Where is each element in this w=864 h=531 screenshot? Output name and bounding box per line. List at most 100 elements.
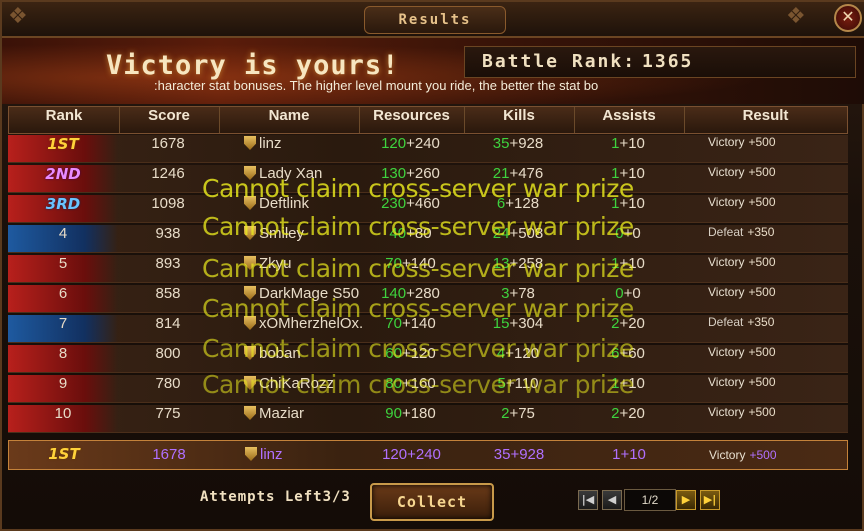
result-value: +350 — [747, 225, 775, 239]
rank-cell: 4 — [8, 225, 118, 253]
rank-label: 9 — [58, 375, 68, 392]
result-cell: Victory +500 — [708, 345, 864, 373]
shield-icon — [244, 406, 256, 420]
resources-bonus: +240 — [406, 135, 440, 152]
score-cell: 1678 — [151, 135, 185, 152]
first-page-icon[interactable]: |◀ — [578, 490, 598, 510]
title-bar: ❖ Results ❖ ✕ — [2, 2, 864, 38]
result-label: Victory — [708, 375, 745, 389]
close-button[interactable]: ✕ — [834, 4, 862, 32]
resources-bonus: +180 — [401, 405, 436, 422]
error-toast: Cannot claim cross-server war prize — [202, 174, 634, 203]
window-title: Results — [364, 6, 506, 34]
self-kills: 35+928 — [464, 441, 574, 469]
rank-cell: 8 — [8, 345, 118, 373]
self-result-row: 1ST 1678 linz 120+240 35+928 1+10 Victor… — [8, 440, 848, 470]
assists-cell: 2+20 — [573, 405, 683, 433]
result-value: +500 — [748, 375, 776, 389]
error-toast: Cannot claim cross-server war prize — [202, 370, 634, 399]
rank-cell: 3RD — [8, 195, 118, 223]
header-rank: Rank — [9, 107, 120, 133]
result-cell: Victory +500 — [708, 165, 864, 193]
error-toast: Cannot claim cross-server war prize — [202, 254, 634, 283]
self-res-a: 120 — [382, 446, 408, 463]
rank-cell: 7 — [8, 315, 118, 343]
assists-bonus: +20 — [619, 405, 645, 422]
self-assists: 1+10 — [574, 441, 684, 469]
player-name: Maziar — [259, 405, 305, 422]
rank-label: 6 — [58, 285, 68, 302]
rank-label: 5 — [58, 255, 68, 272]
corner-ornament-left-icon: ❖ — [8, 4, 28, 29]
table-row: 1ST 1678 linz 120+240 35+928 1+10 Victory +500 — [8, 135, 848, 163]
assists-bonus: +10 — [619, 135, 645, 152]
score-cell: 775 — [155, 405, 181, 422]
self-assist-b: +10 — [620, 446, 646, 463]
next-page-icon[interactable]: ▶ — [676, 490, 696, 510]
resources-cell: 90+180 — [358, 405, 463, 433]
result-value: +500 — [748, 135, 776, 149]
self-rank: 1ST — [9, 441, 119, 469]
last-page-icon[interactable]: ▶| — [700, 490, 720, 510]
result-value: +500 — [748, 405, 776, 419]
result-cell: Victory +500 — [708, 285, 864, 313]
rank-label: 7 — [58, 315, 68, 332]
name-cell: Maziar — [218, 405, 358, 433]
name-cell: linz — [218, 135, 358, 163]
rank-label: 2ND — [45, 165, 81, 183]
rank-cell: 1ST — [8, 135, 118, 163]
result-label: Victory — [708, 165, 745, 179]
victory-banner: Victory is yours! Battle Rank: 1365 :hara… — [2, 38, 864, 104]
result-label: Defeat — [708, 315, 744, 329]
corner-ornament-right-icon: ❖ — [786, 4, 806, 29]
kills-cell: 35+928 — [463, 135, 573, 163]
page-indicator: 1/2 — [624, 489, 676, 511]
result-label: Victory — [708, 345, 745, 359]
result-cell: Victory +500 — [708, 375, 864, 403]
error-toast: Cannot claim cross-server war prize — [202, 294, 634, 323]
result-label: Victory — [708, 405, 745, 419]
prev-page-icon[interactable]: ◀ — [602, 490, 622, 510]
rank-label: 4 — [58, 225, 68, 242]
assists-cell: 1+10 — [573, 135, 683, 163]
footer-bar: Attempts Left3/3 Collect |◀ ◀ 1/2 ▶ ▶| — [8, 472, 848, 527]
rank-cell: 10 — [8, 405, 118, 433]
news-ticker: :haracter stat bonuses. The higher level… — [154, 78, 599, 93]
self-name-label: linz — [260, 446, 283, 463]
result-value: +500 — [748, 195, 776, 209]
rank-cell: 2ND — [8, 165, 118, 193]
self-rank-label: 1ST — [48, 445, 80, 463]
result-value: +500 — [748, 165, 776, 179]
self-kills-b: +928 — [510, 446, 545, 463]
kills-bonus: +75 — [509, 405, 535, 422]
rank-label: 3RD — [45, 195, 81, 213]
battle-rank: Battle Rank: 1365 — [482, 51, 693, 72]
self-resources: 120+240 — [359, 441, 464, 469]
result-label: Victory — [708, 135, 745, 149]
kills-cell: 2+75 — [463, 405, 573, 433]
rank-label: 8 — [58, 345, 68, 362]
rank-label: 1ST — [47, 135, 79, 153]
header-resources: Resources — [359, 107, 465, 133]
header-result: Result — [742, 107, 789, 124]
rank-label: 10 — [54, 405, 72, 422]
table-row: 10 775 Maziar 90+180 2+75 2+20 Victory +500 — [8, 405, 848, 433]
result-value: +350 — [747, 315, 775, 329]
kills-value: 35 — [492, 135, 510, 152]
result-cell: Victory +500 — [708, 405, 864, 433]
header-score: Score — [119, 107, 220, 133]
results-window: ❖ Results ❖ ✕ Victory is yours! Battle R… — [0, 0, 864, 531]
shield-icon — [245, 447, 257, 461]
result-value: +500 — [748, 255, 776, 269]
result-label: Victory — [708, 255, 745, 269]
self-res-b: +240 — [407, 446, 441, 463]
resources-value: 120 — [381, 135, 407, 152]
result-cell: Defeat +350 — [708, 315, 864, 343]
result-label: Victory — [708, 195, 745, 209]
collect-button[interactable]: Collect — [370, 483, 494, 521]
rank-cell: 5 — [8, 255, 118, 283]
self-score: 1678 — [152, 446, 186, 463]
result-cell: Defeat +350 — [708, 225, 864, 253]
self-result-value: +500 — [749, 448, 777, 462]
rank-cell: 6 — [8, 285, 118, 313]
